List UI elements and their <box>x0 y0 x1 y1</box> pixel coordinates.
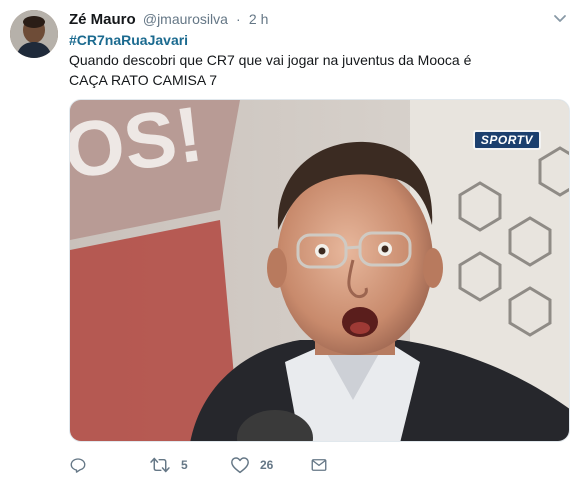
separator-dot: · <box>236 11 241 27</box>
tweet-text-line-2: CAÇA RATO CAMISA 7 <box>69 72 218 88</box>
retweet-icon <box>149 456 171 474</box>
tweet-header: Zé Mauro @jmaurosilva · 2 h <box>69 9 268 30</box>
user-handle[interactable]: @jmaurosilva <box>143 11 228 27</box>
media-photo: OS! <box>70 100 569 441</box>
retweet-count: 5 <box>181 458 188 472</box>
chevron-down-icon[interactable] <box>550 8 570 28</box>
tweet-media-image[interactable]: OS! SPORTV <box>69 99 570 442</box>
like-icon <box>230 456 250 474</box>
timestamp[interactable]: 2 h <box>249 11 268 27</box>
direct-message-button[interactable] <box>310 452 328 478</box>
hashtag-link[interactable]: #CR7naRuaJavari <box>69 30 569 50</box>
like-button[interactable]: 26 <box>230 452 273 478</box>
reply-icon <box>69 456 87 474</box>
sportv-logo: SPORTV <box>472 130 541 150</box>
display-name[interactable]: Zé Mauro <box>69 11 136 28</box>
tweet-text: #CR7naRuaJavari Quando descobri que CR7 … <box>69 30 569 90</box>
reply-button[interactable] <box>69 452 97 478</box>
like-count: 26 <box>260 458 274 472</box>
message-icon <box>310 456 328 474</box>
retweet-button[interactable]: 5 <box>149 452 188 478</box>
tweet-text-line-1: Quando descobri que CR7 que vai jogar na… <box>69 52 472 68</box>
avatar[interactable] <box>10 10 58 58</box>
tweet: Zé Mauro @jmaurosilva · 2 h #CR7naRuaJav… <box>0 0 584 483</box>
tweet-actions: 5 26 <box>69 452 569 478</box>
